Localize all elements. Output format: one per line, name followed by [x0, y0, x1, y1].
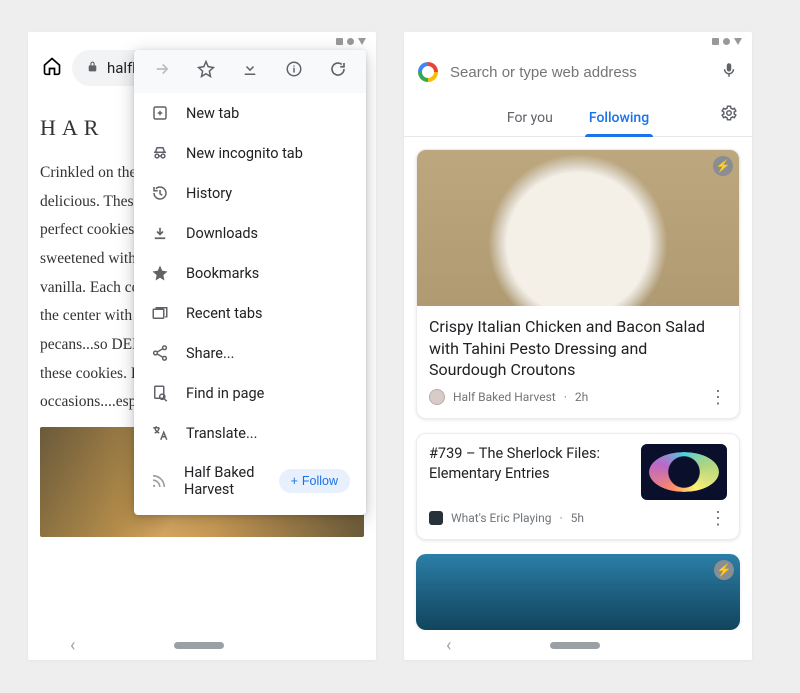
search-bar	[404, 50, 752, 100]
status-bar	[404, 32, 752, 50]
google-logo-icon	[418, 62, 438, 82]
gear-icon[interactable]	[720, 104, 738, 126]
menu-item-label: New incognito tab	[186, 145, 303, 162]
phone-left: halfba — HALF HAR Crinkled on the edges,…	[28, 32, 376, 660]
menu-item-translate[interactable]: Translate...	[134, 413, 366, 453]
tab-following[interactable]: Following	[589, 106, 649, 136]
status-icon	[347, 38, 354, 45]
mic-icon[interactable]	[720, 61, 738, 84]
downloads-icon	[150, 224, 170, 242]
feed-card[interactable]: ⚡	[416, 554, 740, 630]
history-icon	[150, 184, 170, 202]
status-icon	[734, 38, 742, 45]
info-icon[interactable]	[280, 60, 308, 83]
status-icon	[336, 38, 343, 45]
menu-item-share[interactable]: Share...	[134, 333, 366, 373]
rss-icon	[150, 472, 168, 490]
share-icon	[150, 344, 170, 362]
source-name: What's Eric Playing	[451, 511, 551, 525]
translate-icon	[150, 424, 170, 442]
source-avatar-icon	[429, 389, 445, 405]
reload-icon[interactable]	[324, 60, 352, 83]
feed-card-meta: What's Eric Playing · 5h ⋮	[429, 508, 727, 529]
tab-for-you[interactable]: For you	[507, 106, 553, 136]
bookmarks-icon	[150, 264, 170, 282]
forward-icon[interactable]	[148, 60, 176, 83]
status-icon	[723, 38, 730, 45]
menu-item-label: Downloads	[186, 225, 258, 242]
menu-item-follow-site[interactable]: Half Baked Harvest + Follow	[134, 453, 366, 509]
feed-card[interactable]: #739 – The Sherlock Files: Elementary En…	[416, 433, 740, 540]
source-name: Half Baked Harvest	[453, 390, 556, 404]
home-pill[interactable]	[550, 642, 600, 649]
star-icon[interactable]	[192, 60, 220, 83]
menu-item-label: Half Baked Harvest	[184, 464, 263, 498]
download-icon[interactable]	[236, 60, 264, 83]
time-ago: 2h	[575, 390, 588, 404]
search-input[interactable]	[450, 64, 708, 81]
menu-item-label: Recent tabs	[186, 305, 263, 322]
feed-card-meta: Half Baked Harvest · 2h ⋮	[417, 387, 739, 418]
amp-icon: ⚡	[714, 560, 734, 580]
feed-tabs: For you Following	[404, 100, 752, 137]
menu-item-recent-tabs[interactable]: Recent tabs	[134, 293, 366, 333]
incognito-icon	[150, 144, 170, 162]
overflow-menu: New tab New incognito tab History Downlo…	[134, 50, 366, 515]
menu-item-bookmarks[interactable]: Bookmarks	[134, 253, 366, 293]
plus-icon: +	[291, 474, 298, 488]
lock-icon	[86, 60, 99, 77]
back-icon[interactable]: ‹	[446, 635, 451, 656]
time-ago: 5h	[571, 511, 584, 525]
menu-item-label: Translate...	[186, 425, 257, 442]
phone-right: For you Following ⚡ Crispy Italian Chick…	[404, 32, 752, 660]
status-icon	[712, 38, 719, 45]
menu-item-label: History	[186, 185, 232, 202]
menu-item-label: Bookmarks	[186, 265, 259, 282]
home-icon[interactable]	[42, 56, 62, 81]
home-pill[interactable]	[174, 642, 224, 649]
new-tab-icon	[150, 104, 170, 122]
feed-card-image	[641, 444, 727, 500]
back-icon[interactable]: ‹	[70, 635, 75, 656]
feed-card-title: #739 – The Sherlock Files: Elementary En…	[429, 444, 631, 500]
feed-card-image: ⚡	[417, 150, 739, 306]
find-icon	[150, 384, 170, 402]
source-avatar-icon	[429, 511, 443, 525]
menu-item-label: New tab	[186, 105, 239, 122]
menu-item-label: Find in page	[186, 385, 264, 402]
system-nav-bar: ‹	[28, 630, 376, 660]
more-icon[interactable]: ⋮	[709, 508, 727, 529]
menu-item-history[interactable]: History	[134, 173, 366, 213]
feed: ⚡ Crispy Italian Chicken and Bacon Salad…	[404, 137, 752, 630]
menu-item-find-in-page[interactable]: Find in page	[134, 373, 366, 413]
menu-item-new-tab[interactable]: New tab	[134, 93, 366, 133]
dot: ·	[564, 390, 567, 404]
feed-card[interactable]: ⚡ Crispy Italian Chicken and Bacon Salad…	[416, 149, 740, 419]
status-icon	[358, 38, 366, 45]
status-bar	[28, 32, 376, 50]
recent-tabs-icon	[150, 304, 170, 322]
more-icon[interactable]: ⋮	[709, 387, 727, 408]
dot: ·	[559, 511, 562, 525]
amp-icon: ⚡	[713, 156, 733, 176]
feed-card-title: Crispy Italian Chicken and Bacon Salad w…	[417, 306, 739, 387]
overflow-menu-toolbar	[134, 50, 366, 93]
menu-item-downloads[interactable]: Downloads	[134, 213, 366, 253]
follow-label: Follow	[302, 474, 338, 488]
system-nav-bar: ‹	[404, 630, 752, 660]
follow-button[interactable]: + Follow	[279, 469, 350, 493]
menu-item-label: Share...	[186, 345, 234, 362]
menu-item-incognito[interactable]: New incognito tab	[134, 133, 366, 173]
